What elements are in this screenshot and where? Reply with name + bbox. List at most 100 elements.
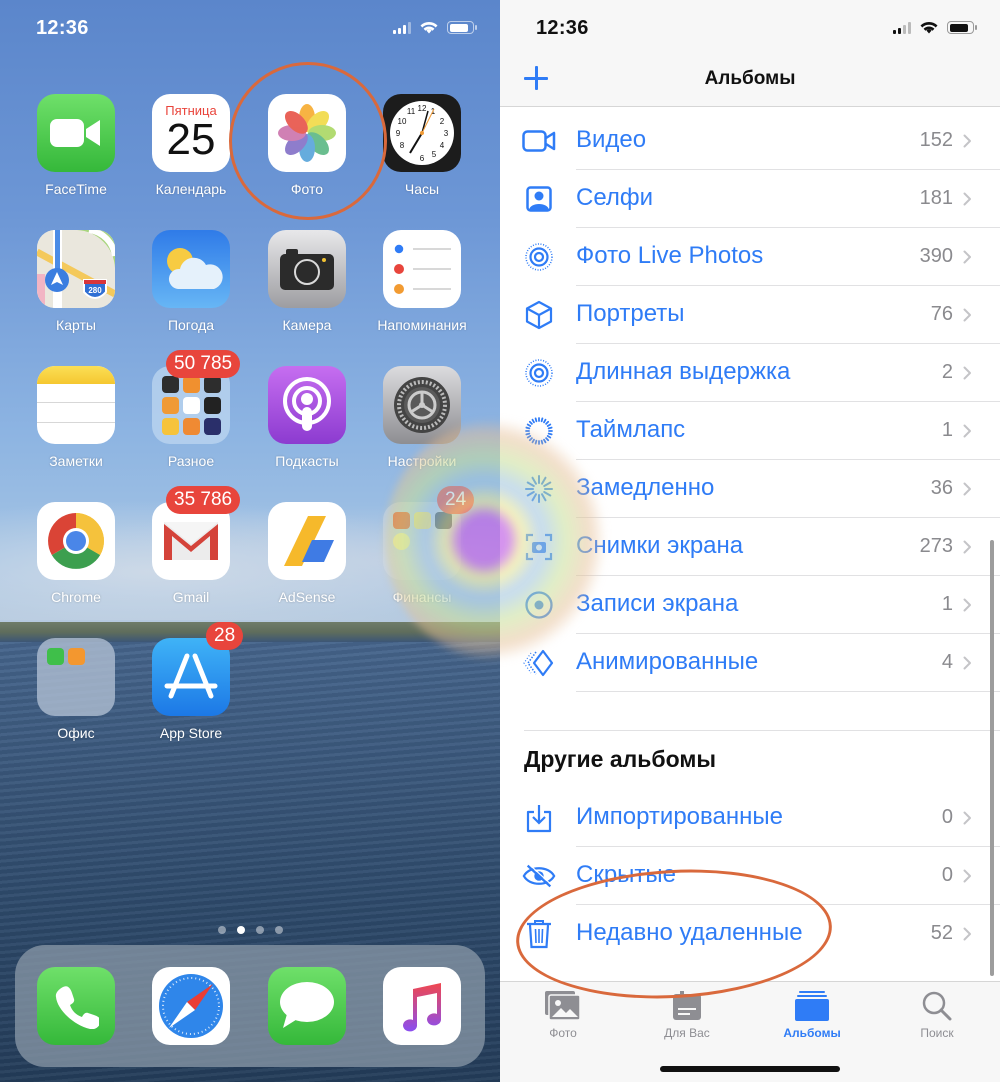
album-row-screen-recording[interactable]: Записи экрана 1: [500, 576, 1000, 634]
app-adsense[interactable]: AdSense: [252, 502, 362, 605]
app-facetime[interactable]: FaceTime: [21, 94, 131, 197]
clock-icon: 12123456891011: [383, 94, 461, 172]
cellular-signal-icon: [893, 21, 911, 34]
album-count: 273: [919, 535, 953, 557]
folder-icon: [37, 638, 115, 716]
album-row-animated[interactable]: Анимированные 4: [500, 634, 1000, 692]
tab-for-you[interactable]: Для Вас: [632, 990, 742, 1040]
dock-app-phone[interactable]: [21, 967, 131, 1045]
app-folder-office[interactable]: Офис: [21, 638, 131, 741]
app-notes[interactable]: Заметки: [21, 366, 131, 469]
album-count: 4: [941, 651, 953, 673]
albums-tab-icon: [792, 990, 832, 1022]
dock-app-music[interactable]: [367, 967, 477, 1045]
tab-photos[interactable]: Фото: [508, 990, 618, 1040]
portrait-cube-icon: [522, 299, 556, 331]
settings-icon: [383, 366, 461, 444]
album-row-timelapse[interactable]: Таймлапс 1: [500, 402, 1000, 460]
trash-icon: [522, 918, 556, 950]
album-count: 181: [919, 187, 953, 209]
notification-badge: 24: [437, 486, 475, 514]
page-dot[interactable]: [274, 926, 283, 934]
photos-icon: [268, 94, 346, 172]
chevron-right-icon: [963, 869, 971, 883]
home-screen: 12:36 FaceTime Пятница 25 Календарь Фото…: [0, 0, 500, 1082]
tab-search[interactable]: Поиск: [882, 990, 992, 1040]
app-maps[interactable]: 280 Карты: [21, 230, 131, 333]
app-app-store[interactable]: 28 App Store: [136, 622, 246, 741]
album-label: Длинная выдержка: [576, 358, 791, 385]
navigation-bar: 12:36 Альбомы: [500, 0, 1000, 107]
app-reminders[interactable]: Напоминания: [367, 230, 477, 333]
calendar-day: 25: [166, 115, 216, 164]
section-title-other-albums: Другие альбомы: [524, 746, 716, 772]
home-indicator[interactable]: [660, 1066, 840, 1072]
page-dot-active[interactable]: [236, 926, 245, 934]
album-label: Недавно удаленные: [576, 919, 803, 946]
app-podcasts[interactable]: Подкасты: [252, 366, 362, 469]
chevron-right-icon: [963, 598, 971, 612]
chevron-right-icon: [963, 250, 971, 264]
svg-text:11: 11: [407, 107, 416, 116]
album-count: 0: [941, 864, 953, 886]
maps-icon: 280: [37, 230, 115, 308]
status-icons: [893, 21, 977, 34]
album-label: Анимированные: [576, 648, 759, 675]
album-label: Видео: [576, 126, 647, 153]
album-row-portrait-cube[interactable]: Портреты 76: [500, 286, 1000, 344]
album-row-import[interactable]: Импортированные 0: [500, 789, 1000, 847]
app-photos[interactable]: Фото: [252, 94, 362, 197]
dock: [15, 945, 485, 1067]
app-clock[interactable]: 12123456891011 Часы: [367, 94, 477, 197]
section-divider: [524, 730, 1000, 731]
album-row-selfie[interactable]: Селфи 181: [500, 170, 1000, 228]
scrollbar[interactable]: [990, 540, 994, 976]
app-calendar[interactable]: Пятница 25 Календарь: [136, 94, 246, 197]
page-dot[interactable]: [217, 926, 226, 934]
album-row-slo-mo[interactable]: Замедленно 36: [500, 460, 1000, 518]
music-icon: [383, 967, 461, 1045]
album-row-screenshot[interactable]: Снимки экрана 273: [500, 518, 1000, 576]
app-settings[interactable]: Настройки: [367, 366, 477, 469]
svg-text:10: 10: [398, 117, 407, 126]
album-row-live-photos[interactable]: Фото Live Photos 390: [500, 228, 1000, 286]
tab-albums[interactable]: Альбомы: [757, 990, 867, 1040]
album-row-hidden-eye[interactable]: Скрытые 0: [500, 847, 1000, 905]
album-row-trash[interactable]: Недавно удаленные 52: [500, 905, 1000, 963]
status-icons: [393, 21, 477, 34]
app-gmail[interactable]: 35 786 Gmail: [136, 486, 246, 605]
chevron-right-icon: [963, 482, 971, 496]
album-count: 390: [919, 245, 953, 267]
album-label: Селфи: [576, 184, 654, 211]
svg-text:9: 9: [396, 129, 401, 138]
screenshot-icon: [522, 531, 556, 563]
app-folder-finance[interactable]: 24 Финансы: [367, 486, 477, 605]
album-row-video[interactable]: Видео 152: [500, 112, 1000, 170]
album-count: 36: [930, 477, 953, 499]
svg-text:5: 5: [432, 150, 437, 159]
chevron-right-icon: [963, 366, 971, 380]
svg-text:6: 6: [420, 154, 425, 163]
import-icon: [522, 802, 556, 834]
dock-app-messages[interactable]: [252, 967, 362, 1045]
album-count: 52: [930, 922, 953, 944]
album-row-long-exposure[interactable]: Длинная выдержка 2: [500, 344, 1000, 402]
page-indicator[interactable]: [0, 926, 500, 934]
page-dot[interactable]: [255, 926, 264, 934]
calendar-icon: Пятница 25: [152, 94, 230, 172]
animated-icon: [522, 647, 556, 679]
app-chrome[interactable]: Chrome: [21, 502, 131, 605]
dock-app-safari[interactable]: [136, 967, 246, 1045]
app-weather[interactable]: Погода: [136, 230, 246, 333]
chevron-right-icon: [963, 192, 971, 206]
svg-text:3: 3: [444, 129, 449, 138]
app-camera[interactable]: Камера: [252, 230, 362, 333]
app-folder-misc[interactable]: 50 785 Разное: [136, 350, 246, 469]
chevron-right-icon: [963, 656, 971, 670]
album-label: Таймлапс: [576, 416, 686, 443]
album-label: Скрытые: [576, 861, 677, 888]
chevron-right-icon: [963, 811, 971, 825]
camera-icon: [268, 230, 346, 308]
messages-icon: [268, 967, 346, 1045]
search-tab-icon: [917, 990, 957, 1022]
